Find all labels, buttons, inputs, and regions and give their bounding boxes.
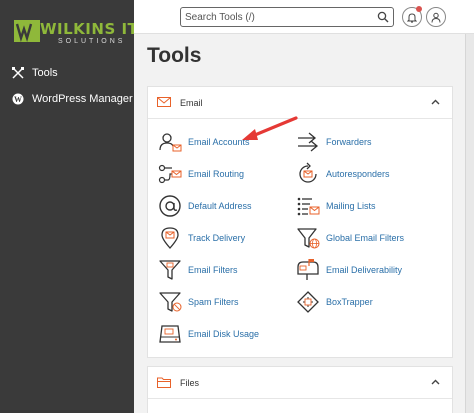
spam-filter-icon <box>159 292 182 312</box>
files-panel-title: Files <box>180 378 200 388</box>
boxtrapper-icon <box>297 291 319 313</box>
brand-logo[interactable]: WILKINS IT SOLUTIONS <box>14 18 138 46</box>
tool-track-delivery[interactable]: Track Delivery <box>158 226 245 250</box>
page-title: Tools <box>147 44 202 67</box>
autoresponders-icon <box>299 162 317 183</box>
tool-email-deliverability[interactable]: Email Deliverability <box>296 258 402 282</box>
brand-name: WILKINS IT <box>40 20 139 38</box>
search-input[interactable] <box>185 10 371 24</box>
tool-email-routing[interactable]: Email Routing <box>158 162 244 186</box>
folder-icon <box>157 377 171 388</box>
email-accounts-icon <box>159 133 182 152</box>
tool-label: Global Email Filters <box>326 233 405 243</box>
tool-forwarders[interactable]: Forwarders <box>296 130 372 154</box>
wordpress-icon: W <box>12 93 24 105</box>
chevron-up-icon[interactable] <box>431 99 440 105</box>
tool-label: Forwarders <box>326 137 372 147</box>
search-icon[interactable] <box>377 11 389 23</box>
tool-spam-filters[interactable]: Spam Filters <box>158 290 239 314</box>
logo-w-icon <box>14 20 40 42</box>
tool-label: Default Address <box>188 201 252 211</box>
envelope-icon <box>157 97 171 107</box>
forwarders-icon <box>298 132 319 152</box>
email-panel-title: Email <box>180 98 203 108</box>
track-delivery-icon <box>161 227 179 249</box>
files-panel-header[interactable]: Files <box>148 367 452 399</box>
top-header <box>134 0 474 34</box>
filter-icon <box>159 260 181 280</box>
tool-autoresponders[interactable]: Autoresponders <box>296 162 390 186</box>
chevron-up-icon[interactable] <box>431 379 440 385</box>
scrollbar[interactable] <box>465 34 474 413</box>
tool-label: Email Filters <box>188 265 238 275</box>
sidebar-item-tools[interactable]: Tools <box>12 64 58 82</box>
tool-label: Email Disk Usage <box>188 329 260 339</box>
bell-icon <box>407 12 417 23</box>
tool-label: Mailing Lists <box>326 201 376 211</box>
global-filter-icon <box>297 228 320 249</box>
notification-badge <box>416 6 422 12</box>
tool-global-email-filters[interactable]: Global Email Filters <box>296 226 404 250</box>
sidebar-item-wordpress[interactable]: W WordPress Manager <box>12 90 133 108</box>
mailbox-icon <box>297 259 319 280</box>
tool-mailing-lists[interactable]: Mailing Lists <box>296 194 376 218</box>
email-panel-header[interactable]: Email <box>148 87 452 119</box>
tools-icon <box>12 67 24 79</box>
sidebar-item-label: Tools <box>32 67 58 79</box>
tool-label: Spam Filters <box>188 297 239 307</box>
tool-label: Autoresponders <box>326 169 390 179</box>
tool-label: Track Delivery <box>188 233 246 243</box>
sidebar-item-label: WordPress Manager <box>32 93 133 105</box>
search-box <box>180 7 394 27</box>
notifications-button[interactable] <box>402 6 422 27</box>
sidebar: WILKINS IT SOLUTIONS Tools W WordPress M… <box>0 0 138 413</box>
files-panel: Files <box>147 366 453 413</box>
tool-boxtrapper[interactable]: BoxTrapper <box>296 290 373 314</box>
disk-usage-icon <box>159 325 181 343</box>
svg-text:W: W <box>14 95 22 104</box>
tool-default-address[interactable]: Default Address <box>158 194 252 218</box>
tool-email-disk-usage[interactable]: Email Disk Usage <box>158 322 259 346</box>
tool-label: Email Deliverability <box>326 265 403 275</box>
email-routing-icon <box>158 164 182 184</box>
annotation-arrow <box>242 116 298 140</box>
user-icon <box>431 12 441 23</box>
tool-email-filters[interactable]: Email Filters <box>158 258 238 282</box>
mailing-lists-icon <box>297 197 320 216</box>
at-sign-icon <box>159 195 181 217</box>
user-menu-button[interactable] <box>426 7 446 27</box>
tool-email-accounts[interactable]: Email Accounts <box>158 130 250 154</box>
brand-sub: SOLUTIONS <box>58 38 126 45</box>
email-panel: Email Email Accounts Email Routing Defau… <box>147 86 453 358</box>
tool-label: Email Routing <box>188 169 245 179</box>
tool-label: BoxTrapper <box>326 297 373 307</box>
